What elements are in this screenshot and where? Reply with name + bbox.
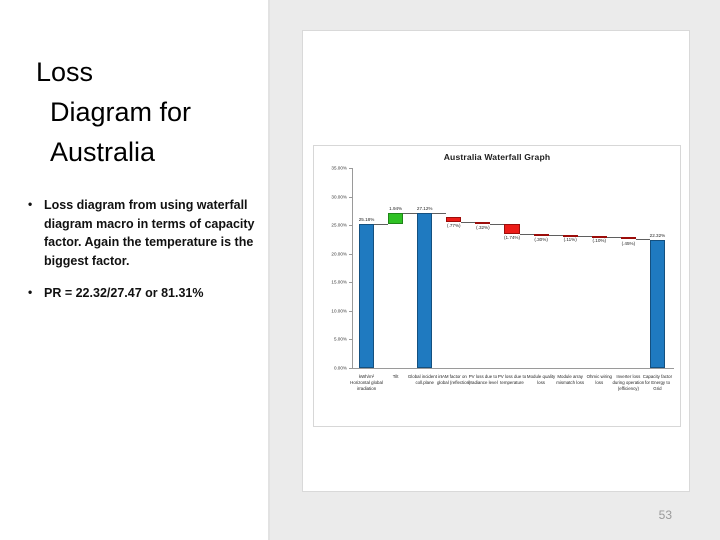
chart-bar	[446, 217, 462, 222]
chart-waterfall-connector	[519, 233, 534, 235]
chart-waterfall-connector	[490, 223, 505, 225]
chart-bar-value-label: 22.32%	[649, 233, 666, 239]
chart-x-tick-label: Capacity factor for Energy to Grid	[642, 374, 673, 392]
chart-y-tick-label: 10.00%	[331, 308, 347, 314]
waterfall-chart: Australia Waterfall Graph 0.00% 5.00% 10.0…	[313, 145, 681, 427]
chart-waterfall-connector	[577, 235, 592, 237]
chart-waterfall-connector	[461, 221, 476, 223]
slide-canvas: Loss Diagram for Australia Loss diagram …	[0, 0, 720, 540]
chart-y-axis: 0.00% 5.00% 10.00% 15.00% 20.00% 25.00% 30.00%…	[314, 146, 352, 390]
chart-y-tick-label: 0.00%	[333, 365, 347, 371]
chart-bar	[533, 233, 549, 236]
chart-plot-area: 25.18% 1.94% 27.12% (.77%) (.32%) (1.74%) (.30…	[352, 168, 672, 368]
chart-waterfall-connector	[548, 235, 563, 237]
chart-bar	[620, 236, 636, 240]
slide-panel-divider	[268, 0, 270, 540]
chart-waterfall-connector	[432, 213, 447, 215]
chart-title: Australia Waterfall Graph	[443, 152, 551, 162]
page-title-line-1: Loss	[36, 57, 94, 87]
bullet-item: PR = 22.32/27.47 or 81.31%	[22, 283, 262, 303]
chart-bar-value-label: (.77%)	[447, 223, 461, 229]
chart-y-tick-label: 35.00%	[331, 165, 347, 171]
chart-waterfall-connector	[635, 239, 650, 241]
chart-y-tick-label: 30.00%	[331, 194, 347, 200]
page-title: Loss Diagram for Australia	[36, 52, 248, 172]
chart-y-tick-label: 25.00%	[331, 222, 347, 228]
chart-bar	[475, 221, 491, 224]
chart-y-tick-label: 15.00%	[331, 279, 347, 285]
chart-y-tick-label: 20.00%	[331, 251, 347, 257]
chart-bar-value-label: (1.74%)	[503, 235, 521, 241]
chart-bar	[649, 240, 666, 368]
page-number: 53	[658, 508, 672, 522]
chart-x-axis-labels: kWh/m² Horizontal global irradiation Tilt…	[350, 372, 674, 424]
chart-y-tick-label: 5.00%	[333, 336, 347, 342]
chart-bar-value-label: 25.18%	[358, 217, 375, 223]
chart-waterfall-connector	[606, 236, 621, 238]
bullet-item: Loss diagram from using waterfall diagra…	[22, 195, 262, 270]
chart-bar-value-label: (.11%)	[563, 237, 577, 243]
chart-bar	[504, 223, 520, 234]
chart-bar-value-label: 27.12%	[416, 206, 433, 212]
chart-bar-value-label: (.10%)	[592, 238, 607, 243]
page-title-line-3: Australia	[50, 137, 156, 167]
chart-bar	[388, 213, 404, 225]
chart-bar-value-label: (.30%)	[534, 236, 548, 242]
chart-waterfall-connector	[374, 224, 389, 226]
chart-x-axis-line	[352, 368, 674, 369]
chart-bar	[358, 224, 375, 368]
page-title-line-2: Diagram for	[50, 97, 192, 127]
chart-waterfall-connector	[403, 213, 418, 215]
chart-bar-value-label: 1.94%	[389, 206, 403, 212]
chart-bar	[417, 213, 433, 368]
bullet-list: Loss diagram from using waterfall diagra…	[22, 195, 262, 317]
chart-bar-value-label: (.32%)	[476, 225, 490, 231]
chart-image-frame: Australia Waterfall Graph 0.00% 5.00% 10.0…	[302, 30, 690, 492]
chart-bar-value-label: (.45%)	[621, 240, 636, 246]
